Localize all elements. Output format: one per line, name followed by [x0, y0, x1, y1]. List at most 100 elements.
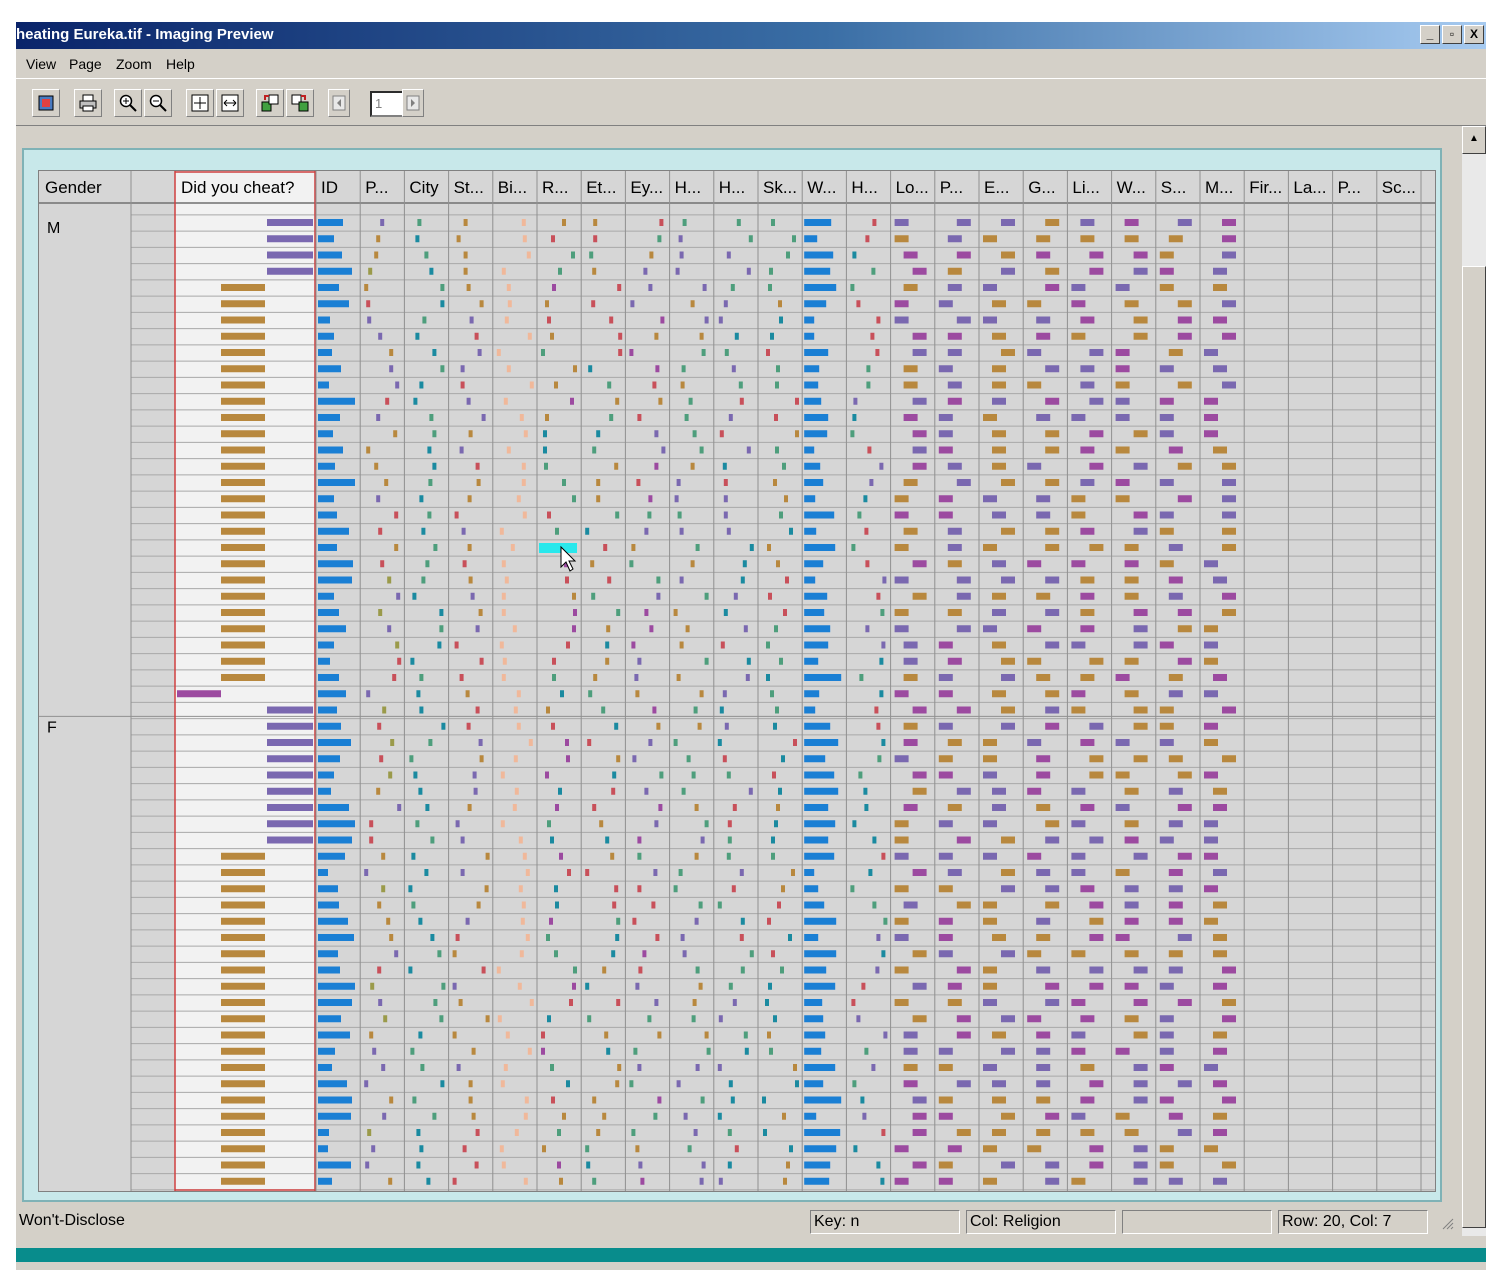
- data-mark: [876, 934, 881, 941]
- data-mark: [371, 1145, 376, 1153]
- scrollbar-thumb[interactable]: [1462, 266, 1486, 1228]
- data-mark: [440, 284, 445, 291]
- data-mark: [1045, 820, 1060, 828]
- data-mark: [541, 349, 545, 356]
- data-mark: [1159, 267, 1174, 275]
- cheat-bar: [221, 1112, 265, 1120]
- menu-page[interactable]: Page: [69, 56, 102, 72]
- data-mark: [1001, 527, 1015, 535]
- cheat-bar: [177, 690, 221, 698]
- data-mark: [1089, 1145, 1104, 1153]
- data-mark: [392, 674, 397, 681]
- minimize-button[interactable]: _: [1420, 25, 1440, 44]
- cheat-bar: [221, 625, 265, 633]
- data-mark: [318, 414, 340, 421]
- data-mark: [554, 950, 558, 958]
- data-mark: [1213, 1129, 1227, 1136]
- cheat-bar: [221, 381, 265, 389]
- data-mark: [912, 787, 927, 795]
- data-mark: [744, 1047, 749, 1055]
- data-mark: [1036, 414, 1051, 421]
- rotate-left-icon[interactable]: [256, 89, 284, 117]
- data-mark: [1071, 414, 1086, 421]
- data-mark: [992, 934, 1006, 941]
- data-mark: [956, 787, 971, 795]
- cheat-bar: [221, 1161, 265, 1169]
- title-bar[interactable]: heating Eureka.tif - Imaging Preview _ ▫…: [16, 22, 1486, 49]
- data-mark: [865, 625, 870, 633]
- menu-help[interactable]: Help: [166, 56, 195, 72]
- data-mark: [947, 462, 962, 470]
- cheat-bar: [267, 722, 313, 730]
- data-mark: [1222, 544, 1236, 551]
- data-mark: [1080, 365, 1095, 373]
- restore-button[interactable]: ▫: [1442, 25, 1462, 44]
- next-page-icon[interactable]: [402, 89, 424, 117]
- data-mark: [698, 982, 703, 990]
- previous-page-icon[interactable]: [328, 89, 350, 117]
- data-mark: [551, 235, 555, 243]
- menu-view[interactable]: View: [26, 56, 56, 72]
- print-icon[interactable]: [74, 89, 102, 117]
- data-mark: [947, 999, 962, 1006]
- data-mark: [947, 982, 962, 990]
- data-mark: [1204, 641, 1218, 649]
- data-mark: [440, 365, 445, 373]
- data-mark: [658, 804, 663, 811]
- data-mark: [804, 641, 829, 649]
- data-mark: [419, 1145, 424, 1153]
- vertical-scrollbar[interactable]: ▲: [1462, 126, 1486, 1236]
- column-header: Et...: [586, 178, 616, 197]
- data-mark: [1036, 869, 1051, 876]
- data-mark: [704, 592, 709, 600]
- resize-grip-icon[interactable]: [1440, 1216, 1454, 1230]
- data-mark: [1071, 690, 1086, 698]
- data-mark: [1115, 414, 1130, 421]
- data-mark: [804, 414, 829, 421]
- close-button[interactable]: X: [1464, 25, 1484, 44]
- data-mark: [516, 722, 521, 730]
- data-mark: [501, 592, 506, 600]
- data-mark: [804, 950, 837, 958]
- data-mark: [1222, 511, 1236, 519]
- cheat-bar: [221, 1031, 265, 1039]
- data-mark: [804, 1031, 826, 1039]
- data-mark: [881, 950, 886, 958]
- data-mark: [452, 982, 457, 990]
- fit-width-icon[interactable]: [216, 89, 244, 117]
- data-mark: [506, 446, 511, 454]
- data-mark: [318, 657, 330, 665]
- data-mark: [475, 1129, 480, 1136]
- data-mark: [1115, 739, 1130, 746]
- scroll-up-icon[interactable]: ▲: [1462, 126, 1486, 154]
- data-mark: [1204, 1064, 1218, 1071]
- data-mark: [604, 1031, 609, 1039]
- data-mark: [775, 446, 779, 454]
- window-title: heating Eureka.tif - Imaging Preview: [16, 26, 274, 43]
- data-mark: [318, 836, 352, 844]
- data-mark: [1159, 706, 1174, 714]
- data-mark: [992, 609, 1006, 616]
- column-header: La...: [1293, 178, 1326, 197]
- rotate-right-icon[interactable]: [286, 89, 314, 117]
- data-mark: [804, 739, 839, 746]
- data-mark: [894, 495, 909, 503]
- data-mark: [630, 300, 635, 308]
- data-mark: [1204, 690, 1218, 698]
- data-mark: [1168, 869, 1183, 876]
- data-mark: [527, 1047, 532, 1055]
- data-mark: [1222, 999, 1236, 1006]
- data-mark: [740, 917, 745, 925]
- data-mark: [565, 739, 569, 746]
- fit-page-icon[interactable]: [186, 89, 214, 117]
- data-mark: [903, 414, 918, 421]
- menu-zoom[interactable]: Zoom: [116, 56, 152, 72]
- data-mark: [765, 999, 769, 1006]
- zoom-out-icon[interactable]: [144, 89, 172, 117]
- data-mark: [642, 950, 647, 958]
- data-mark: [726, 251, 731, 259]
- zoom-in-icon[interactable]: [114, 89, 142, 117]
- data-mark: [694, 852, 699, 860]
- data-mark: [722, 690, 727, 698]
- open-image-icon[interactable]: [32, 89, 60, 117]
